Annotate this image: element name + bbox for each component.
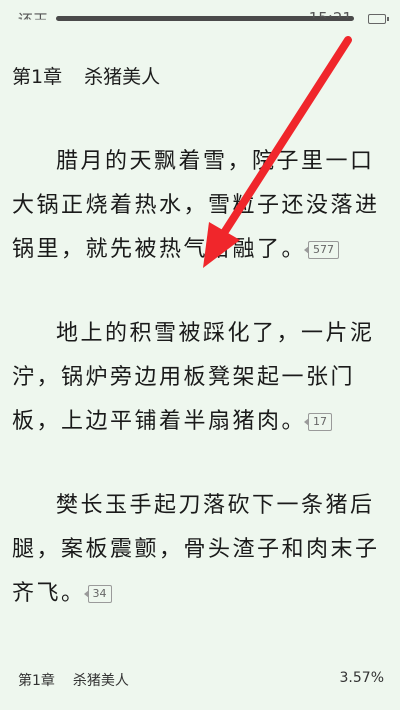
chapter-number: 第1章: [12, 66, 63, 88]
footer-chapter-number: 第1章: [18, 673, 55, 689]
status-bar: 还玉 15:21: [0, 0, 400, 36]
reader-footer: 第1章 杀猪美人 3.57%: [0, 668, 400, 692]
chapter-title: 杀猪美人: [84, 66, 161, 88]
footer-chapter-title: 杀猪美人: [72, 673, 129, 689]
footer-chapter: 第1章 杀猪美人: [18, 670, 129, 690]
paragraph-1[interactable]: 腊月的天飘着雪，院子里一口大锅正烧着热水，雪粒子还没落进锅里，就先被热气给融了。…: [12, 140, 388, 272]
status-bar-left-text: 还玉: [18, 11, 49, 29]
paragraph-comment-count[interactable]: 17: [304, 413, 333, 431]
chapter-header: 第1章 杀猪美人: [12, 62, 160, 89]
battery-icon: [368, 14, 389, 24]
paragraph-2[interactable]: 地上的积雪被踩化了，一片泥泞，锅炉旁边用板凳架起一张门板，上边平铺着半扇猪肉。 1…: [12, 312, 388, 444]
paragraph-comment-count[interactable]: 34: [83, 585, 112, 603]
reading-progress: 3.57%: [339, 670, 384, 686]
paragraph-3[interactable]: 樊长玉手起刀落砍下一条猪后腿，案板震颤，骨头渣子和肉末子齐飞。 34: [12, 484, 388, 616]
paragraph-text: 樊长玉手起刀落砍下一条猪后腿，案板震颤，骨头渣子和肉末子齐飞。: [12, 493, 380, 606]
paragraph-comment-count[interactable]: 577: [304, 241, 340, 259]
